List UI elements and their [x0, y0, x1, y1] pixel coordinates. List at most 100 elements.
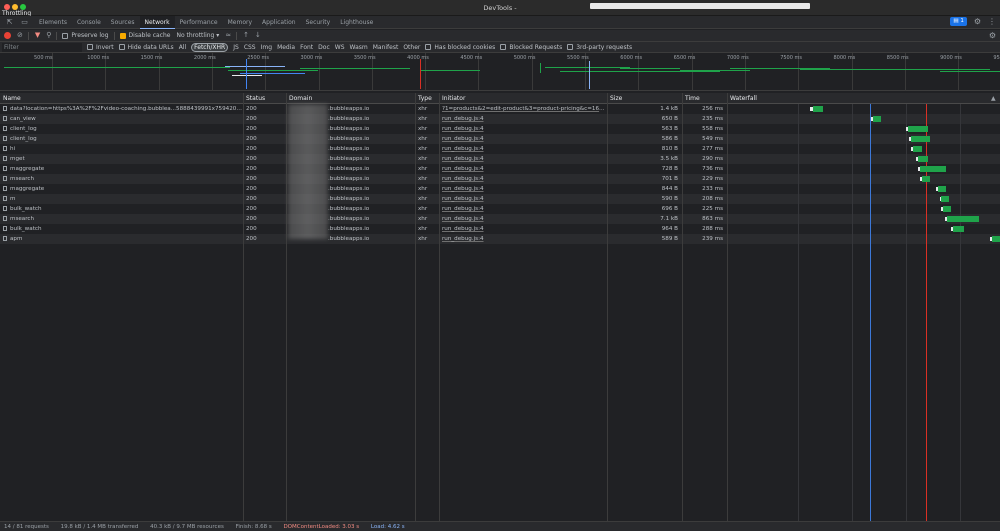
- blocked-requests-checkbox[interactable]: [500, 44, 507, 50]
- table-row[interactable]: hi 200 .bubbleapps.io xhr run_debug.js:4 810 …: [0, 144, 1000, 154]
- table-row[interactable]: can_view 200 .bubbleapps.io xhr run_debug.js…: [0, 114, 1000, 124]
- cell-initiator[interactable]: run_debug.js:4: [439, 144, 607, 154]
- column-header-type[interactable]: Type: [415, 93, 432, 104]
- table-row[interactable]: apm 200 .bubbleapps.io xhr run_debug.js:4 589…: [0, 234, 1000, 244]
- waterfall-bar[interactable]: [908, 126, 928, 132]
- cell-initiator[interactable]: run_debug.js:4: [439, 194, 607, 204]
- filter-type-fetch-xhr[interactable]: Fetch/XHR: [191, 42, 229, 52]
- tab-elements[interactable]: Elements: [34, 16, 72, 29]
- filter-type-manifest[interactable]: Manifest: [373, 44, 399, 51]
- hide-data-urls-checkbox[interactable]: [118, 44, 125, 50]
- waterfall-bar[interactable]: [953, 226, 964, 232]
- tab-lighthouse[interactable]: Lighthouse: [335, 16, 378, 29]
- column-header-waterfall[interactable]: Waterfall: [727, 93, 757, 104]
- preserve-log-checkbox[interactable]: [62, 32, 69, 39]
- column-divider[interactable]: [415, 93, 416, 521]
- filter-icon[interactable]: ▼: [35, 32, 40, 39]
- overview-timeline[interactable]: 500 ms 1000 ms 1500 ms 2000 ms 2500 ms 3000 m…: [0, 53, 1000, 91]
- column-header-name[interactable]: Name: [0, 93, 21, 104]
- cell-initiator[interactable]: run_debug.js:4: [439, 204, 607, 214]
- device-toolbar-icon[interactable]: ▭: [19, 17, 30, 28]
- cell-initiator[interactable]: run_debug.js:4: [439, 164, 607, 174]
- cell-initiator[interactable]: run_debug.js:4: [439, 134, 607, 144]
- filter-type-img[interactable]: Img: [261, 44, 272, 51]
- waterfall-bar[interactable]: [941, 196, 949, 202]
- cell-initiator[interactable]: run_debug.js:4: [439, 174, 607, 184]
- throttling-select[interactable]: No throttling ▾: [176, 32, 219, 39]
- filter-type-all[interactable]: All: [179, 44, 186, 51]
- table-row[interactable]: bulk_watch 200 .bubbleapps.io xhr run_debug.…: [0, 224, 1000, 234]
- column-header-time[interactable]: Time: [682, 93, 700, 104]
- tab-application[interactable]: Application: [257, 16, 301, 29]
- table-row[interactable]: msearch 200 .bubbleapps.io xhr run_debug.js:…: [0, 214, 1000, 224]
- network-settings-gear-icon[interactable]: ⚙: [989, 31, 996, 40]
- column-divider[interactable]: [682, 93, 683, 521]
- table-row[interactable]: mget 200 .bubbleapps.io xhr run_debug.js:4 3.…: [0, 154, 1000, 164]
- filter-type-js[interactable]: JS: [233, 44, 239, 51]
- filter-type-css[interactable]: CSS: [244, 44, 256, 51]
- upload-icon[interactable]: ↑: [243, 32, 249, 39]
- record-button[interactable]: [4, 32, 11, 39]
- filter-type-ws[interactable]: WS: [335, 44, 345, 51]
- filter-input[interactable]: [2, 42, 82, 52]
- waterfall-bar[interactable]: [992, 236, 1000, 242]
- table-row[interactable]: data?location=https%3A%2F%2Fvideo-coachi…: [0, 104, 1000, 114]
- column-divider[interactable]: [243, 93, 244, 521]
- search-icon[interactable]: ⚲: [46, 32, 51, 39]
- cell-initiator[interactable]: run_debug.js:4: [439, 214, 607, 224]
- waterfall-bar[interactable]: [920, 166, 946, 172]
- clear-icon[interactable]: ⊘: [17, 32, 23, 39]
- tab-performance[interactable]: Performance: [175, 16, 223, 29]
- cell-initiator[interactable]: run_debug.js:4: [439, 154, 607, 164]
- table-row[interactable]: m 200 .bubbleapps.io xhr run_debug.js:4 590 B…: [0, 194, 1000, 204]
- download-icon[interactable]: ↓: [255, 32, 261, 39]
- filter-type-doc[interactable]: Doc: [318, 44, 330, 51]
- waterfall-bar[interactable]: [947, 216, 979, 222]
- table-row[interactable]: msearch 200 .bubbleapps.io xhr run_debug.js:…: [0, 174, 1000, 184]
- column-header-domain[interactable]: Domain: [286, 93, 312, 104]
- tab-sources[interactable]: Sources: [106, 16, 140, 29]
- column-divider[interactable]: [286, 93, 287, 521]
- cell-initiator[interactable]: run_debug.js:4: [439, 234, 607, 244]
- waterfall-bar[interactable]: [873, 116, 881, 122]
- waterfall-bar[interactable]: [918, 156, 928, 162]
- gear-icon[interactable]: ⚙: [974, 17, 981, 26]
- column-divider[interactable]: [607, 93, 608, 521]
- column-header-size[interactable]: Size: [607, 93, 622, 104]
- table-row[interactable]: maggregate 200 .bubbleapps.io xhr run_debug.…: [0, 184, 1000, 194]
- tab-security[interactable]: Security: [301, 16, 336, 29]
- column-header-status[interactable]: Status: [243, 93, 265, 104]
- column-header-initiator[interactable]: Initiator: [439, 93, 465, 104]
- cell-initiator[interactable]: run_debug.js:4: [439, 124, 607, 134]
- waterfall-bar[interactable]: [922, 176, 930, 182]
- waterfall-bar[interactable]: [938, 186, 946, 192]
- column-divider[interactable]: [727, 93, 728, 521]
- third-party-checkbox[interactable]: [567, 44, 574, 50]
- more-menu-icon[interactable]: ⋮: [988, 17, 996, 26]
- filter-type-other[interactable]: Other: [403, 44, 420, 51]
- waterfall-bar[interactable]: [813, 106, 823, 112]
- column-divider[interactable]: [439, 93, 440, 521]
- tab-memory[interactable]: Memory: [223, 16, 257, 29]
- issues-badge[interactable]: ▤ 1: [950, 17, 967, 26]
- has-blocked-cookies-checkbox[interactable]: [425, 44, 432, 50]
- waterfall-bar[interactable]: [913, 146, 922, 152]
- table-row[interactable]: client_log 200 .bubbleapps.io xhr run_debug.…: [0, 124, 1000, 134]
- waterfall-bar[interactable]: [943, 206, 951, 212]
- disable-cache-checkbox[interactable]: [119, 32, 126, 39]
- table-row[interactable]: bulk_watch 200 .bubbleapps.io xhr run_debug.…: [0, 204, 1000, 214]
- sort-ascending-icon[interactable]: ▲: [988, 93, 996, 104]
- tab-network[interactable]: Network: [139, 15, 175, 29]
- tab-console[interactable]: Console: [72, 16, 106, 29]
- filter-type-wasm[interactable]: Wasm: [350, 44, 368, 51]
- cell-initiator[interactable]: run_debug.js:4: [439, 184, 607, 194]
- waterfall-bar[interactable]: [911, 136, 930, 142]
- cell-initiator[interactable]: ?1=products&2=edit-product&3=product-pri…: [439, 104, 607, 114]
- cell-initiator[interactable]: run_debug.js:4: [439, 114, 607, 124]
- table-row[interactable]: maggregate 200 .bubbleapps.io xhr run_debug.…: [0, 164, 1000, 174]
- invert-checkbox[interactable]: [87, 44, 93, 50]
- table-row[interactable]: client_log 200 .bubbleapps.io xhr run_debug.…: [0, 134, 1000, 144]
- wifi-icon[interactable]: ≈: [225, 32, 231, 39]
- cell-initiator[interactable]: run_debug.js:4: [439, 224, 607, 234]
- filter-type-media[interactable]: Media: [277, 44, 295, 51]
